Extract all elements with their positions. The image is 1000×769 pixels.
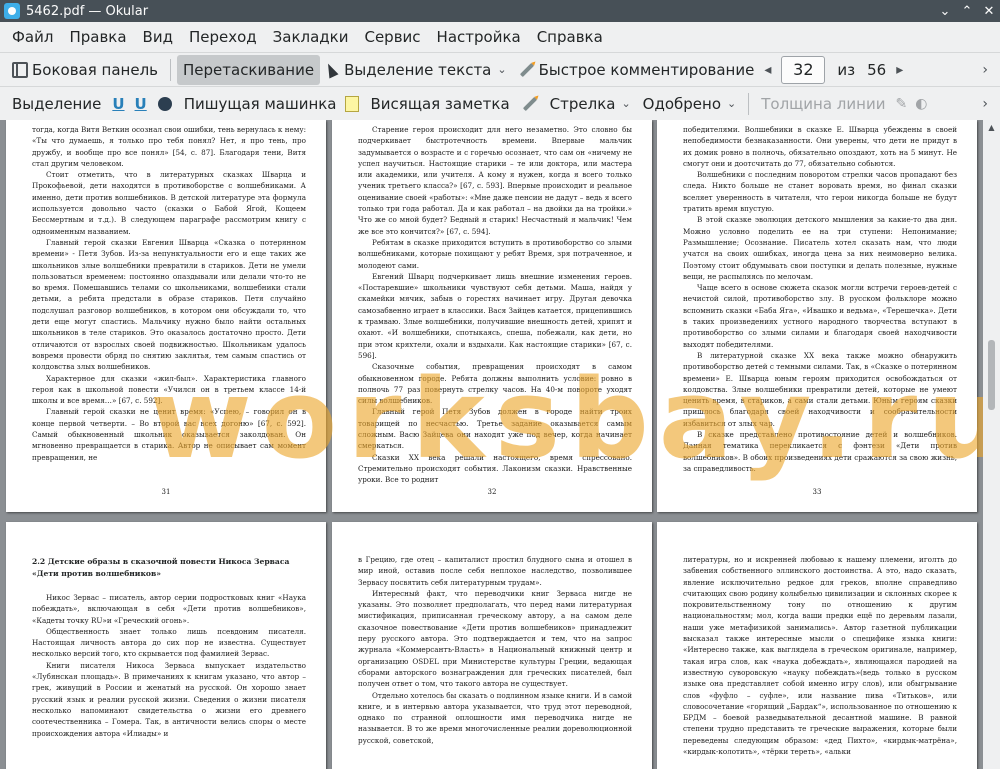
chevron-down-icon[interactable]: ⌄ (727, 97, 736, 110)
page-paragraph: В сказке представлено противостояние дет… (683, 430, 957, 473)
page-paragraph: Евгений Шварц подчеркивает лишь внешние … (358, 271, 632, 360)
color-icon[interactable]: ✎ (891, 96, 911, 112)
arrow-tool-button[interactable]: Стрелка ⌄ (544, 89, 637, 119)
page-paragraph: тогда, когда Витя Веткин осознал свои ош… (32, 125, 306, 168)
cursor-icon (323, 61, 339, 78)
menu-settings[interactable]: Настройка (429, 24, 529, 50)
page-number: 33 (812, 488, 822, 496)
page-paragraph: Характерное для сказки «жил-был». Характ… (32, 373, 306, 406)
section-heading: 2.2 Детские образы в сказочной повести Н… (32, 557, 290, 578)
page-paragraph: победителями. Волшебники в сказке Е. Шва… (683, 125, 957, 168)
toolbar-overflow-icon[interactable]: › (978, 96, 992, 112)
page-paragraph: литературы, но и искренней любовью к наш… (683, 555, 957, 757)
underline-icon[interactable]: U (107, 95, 129, 113)
menu-go[interactable]: Переход (181, 24, 265, 50)
pdf-page[interactable]: литературы, но и искренней любовью к наш… (657, 522, 977, 769)
highlight-tool-button[interactable]: Выделение (6, 89, 107, 119)
popup-note-tool-button[interactable]: Висящая заметка (365, 89, 516, 119)
page-number: 31 (161, 488, 171, 496)
browse-tool-button[interactable]: Перетаскивание (177, 54, 321, 85)
page-paragraph: Ребятам в сказке приходится вступить в п… (358, 237, 632, 270)
chevron-down-icon[interactable]: ⌄ (497, 63, 506, 76)
opacity-icon[interactable]: ◐ (911, 96, 931, 112)
page-paragraph: Интересный факт, что переводчики книг Зе… (358, 588, 632, 689)
line-width-label: Толщина линии (761, 94, 886, 113)
page-paragraph: Книги писателя Никоса Зерваса выпускает … (32, 660, 306, 738)
highlight-tool-label: Выделение (12, 94, 102, 113)
pdf-page[interactable]: тогда, когда Витя Веткин осознал свои ош… (6, 120, 326, 512)
window-title: 5462.pdf — Okular (26, 3, 149, 19)
close-button[interactable]: ✕ (978, 0, 1000, 22)
menu-bar: Файл Правка Вид Переход Закладки Сервис … (0, 22, 1000, 52)
text-select-tool-label: Выделение текста (344, 60, 492, 79)
page-paragraph: Главный герой сказки Евгения Шварца «Ска… (32, 237, 306, 372)
annotation-toolbar: Выделение U U Пишущая машинка Висящая за… (0, 86, 1000, 120)
pdf-page[interactable]: в Грецию, где отец – капиталист простил … (332, 522, 652, 769)
popup-note-tool-label: Висящая заметка (370, 94, 510, 113)
stamp-tool-label: Одобрено (642, 94, 722, 113)
sidebar-icon (12, 61, 28, 78)
pdf-page[interactable]: Старение героя происходит для него незам… (332, 120, 652, 512)
scroll-up-icon[interactable]: ▲ (983, 120, 1000, 136)
title-bar: 5462.pdf — Okular ⌄ ⌃ ✕ (0, 0, 1000, 22)
note-icon (344, 95, 359, 112)
line-width-button[interactable]: Толщина линии (755, 89, 891, 119)
page-paragraph: Общественность знает только лишь псевдон… (32, 626, 306, 659)
sidebar-toggle-button[interactable]: Боковая панель (6, 55, 164, 85)
main-toolbar: Боковая панель Перетаскивание Выделение … (0, 52, 1000, 86)
page-paragraph: Старение героя происходит для него незам… (358, 125, 632, 236)
toolbar-separator (748, 92, 750, 115)
page-of-label: из (837, 60, 856, 79)
page-paragraph: В литературной сказке XX века также можн… (683, 350, 957, 428)
previous-page-icon[interactable]: ◂ (760, 62, 775, 78)
page-number: 32 (487, 488, 497, 496)
toolbar-overflow-icon[interactable]: › (978, 62, 992, 78)
scrollbar-thumb[interactable] (988, 340, 995, 410)
menu-bookmarks[interactable]: Закладки (265, 24, 357, 50)
toolbar-separator (170, 58, 171, 81)
maximize-button[interactable]: ⌃ (956, 0, 978, 22)
pdf-page[interactable]: победителями. Волшебники в сказке Е. Шва… (657, 120, 977, 512)
freehand-pencil-icon[interactable] (522, 96, 537, 111)
stamp-tool-button[interactable]: Одобрено ⌄ (637, 89, 743, 119)
page-paragraph: в Грецию, где отец – капиталист простил … (358, 555, 632, 587)
browse-tool-label: Перетаскивание (183, 60, 315, 79)
page-paragraph: Главный герой сказки не ценит время: «Ус… (32, 407, 306, 462)
arrow-tool-label: Стрелка (549, 94, 616, 113)
page-paragraph: Сказки XX века решали настоящего, время … (358, 452, 632, 485)
okular-app-icon[interactable] (4, 3, 20, 19)
page-paragraph: Сказочные события, превращения происходя… (358, 362, 632, 406)
menu-edit[interactable]: Правка (61, 24, 134, 50)
page-number-input[interactable]: 32 (781, 55, 826, 84)
menu-tools[interactable]: Сервис (356, 24, 428, 50)
page-paragraph: В этой сказке эволюция детского мышления… (683, 215, 957, 281)
menu-file[interactable]: Файл (4, 24, 61, 50)
vertical-scrollbar[interactable]: ▲ (983, 120, 1000, 769)
page-paragraph: Отдельно хотелось бы сказать о подлинном… (358, 690, 632, 745)
menu-view[interactable]: Вид (135, 24, 181, 50)
quick-annotate-button[interactable]: Быстрое комментирование (513, 55, 761, 85)
page-paragraph: Стоит отметить, что в литературных сказк… (32, 170, 306, 236)
next-page-icon[interactable]: ▸ (892, 62, 907, 78)
typewriter-tool-button[interactable]: Пишущая машинка (178, 89, 343, 119)
text-select-tool-button[interactable]: Выделение текста ⌄ (320, 55, 513, 85)
squiggle-underline-icon[interactable]: U (130, 95, 152, 113)
menu-help[interactable]: Справка (529, 24, 611, 50)
typewriter-tool-label: Пишущая машинка (183, 94, 337, 113)
document-view[interactable]: тогда, когда Витя Веткин осознал свои ош… (0, 120, 1000, 769)
page-paragraph: Главный герой Петя Зубов должен в городе… (358, 407, 632, 451)
sidebar-toggle-label: Боковая панель (32, 60, 158, 79)
pdf-page[interactable]: 2.2 Детские образы в сказочной повести Н… (6, 522, 326, 769)
page-paragraph: Волшебники с последним поворотом стрелки… (683, 170, 957, 214)
page-total-label: 56 (867, 60, 887, 79)
quick-annotate-label: Быстрое комментирование (538, 60, 755, 79)
page-paragraph: Никос Зервас – писатель, автор серии под… (32, 593, 306, 625)
strikeout-icon[interactable] (157, 96, 172, 111)
page-paragraph: Чаще всего в основе сюжета сказок могли … (683, 283, 957, 349)
chevron-down-icon[interactable]: ⌄ (621, 97, 630, 110)
minimize-button[interactable]: ⌄ (934, 0, 956, 22)
pencil-icon (519, 62, 534, 77)
